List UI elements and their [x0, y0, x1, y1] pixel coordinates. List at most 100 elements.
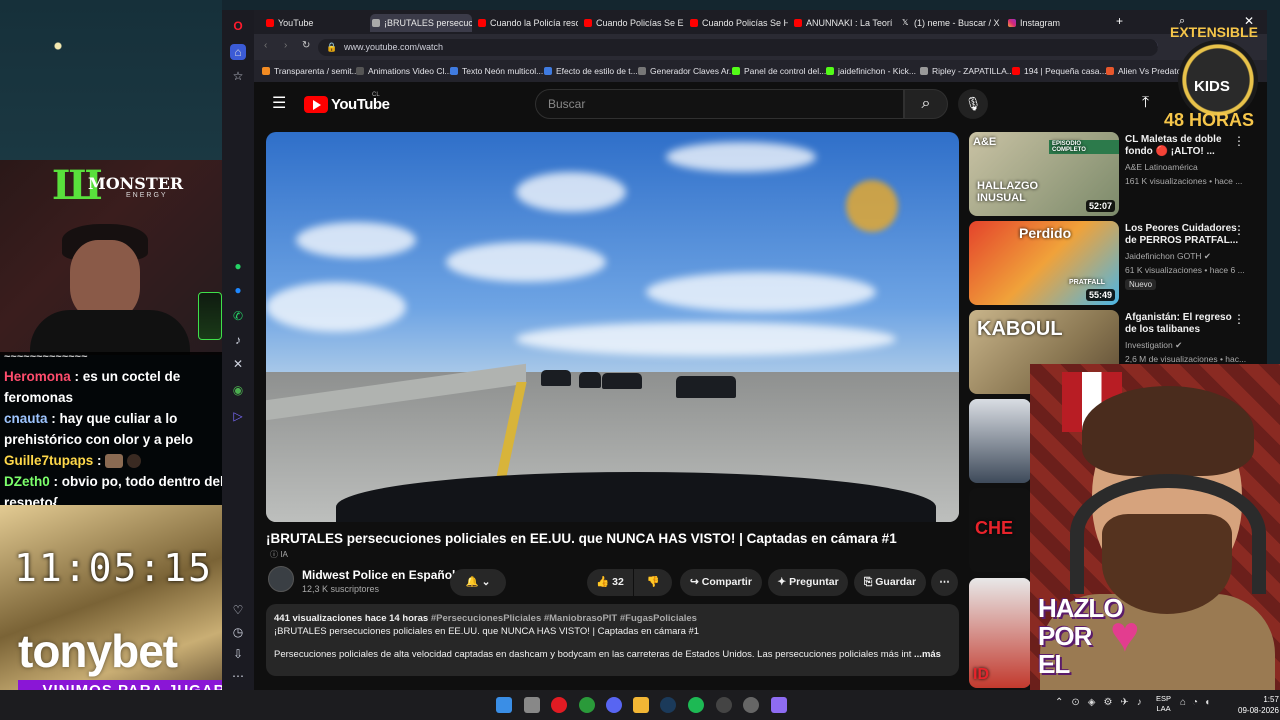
video-thumbnail[interactable] [969, 399, 1031, 483]
channel-avatar[interactable] [268, 566, 294, 592]
tray-icons[interactable]: ⌃⊙◈⚙✈♪ [1055, 697, 1150, 708]
hashtags[interactable]: #PersecucionesPliciales #ManiobrasoPIT #… [431, 613, 697, 624]
video-player[interactable] [266, 132, 959, 522]
home-icon[interactable]: ⌂ [230, 44, 246, 60]
tab-youtube[interactable]: YouTube [264, 14, 376, 32]
recommended-channel[interactable]: Jaidefinichon GOTH ✔ [1125, 251, 1211, 262]
bookmark-item[interactable]: Transparenta / semit... [262, 66, 359, 76]
star-icon[interactable]: ☆ [230, 68, 246, 84]
history-icon[interactable]: ◷ [230, 624, 246, 640]
tiktok-icon[interactable]: ♪ [230, 332, 246, 348]
views-and-date: 441 visualizaciones hace 14 horas [274, 613, 429, 624]
opera-logo-icon[interactable]: O [230, 18, 246, 34]
more-vertical-icon[interactable]: ⋮ [1233, 223, 1245, 237]
app-icon[interactable] [771, 697, 787, 713]
opera-taskbar-icon[interactable] [551, 697, 567, 713]
bookmark-item[interactable]: 194 | Pequeña casa... [1012, 66, 1107, 76]
recommended-video[interactable] [969, 399, 1031, 484]
windows-start-icon[interactable] [496, 697, 512, 713]
cloud [266, 282, 406, 332]
recommended-video[interactable]: CHE [969, 488, 1031, 573]
dislike-button[interactable]: 👎 [634, 569, 672, 596]
file-explorer-icon[interactable] [633, 697, 649, 713]
subscribe-bell-button[interactable]: 🔔 ⌄ [450, 569, 506, 596]
tab-brutales[interactable]: ¡BRUTALES persecucio [370, 14, 472, 32]
recommended-video[interactable]: Perdido PRATFALL 55:49 Los Peores Cuidad… [969, 221, 1259, 306]
more-horizontal-icon: ⋯ [939, 576, 950, 588]
youtube-favicon-icon [690, 19, 698, 27]
share-button[interactable]: ↪ Compartir [680, 569, 762, 596]
tab-policias-hartan[interactable]: Cuando Policías Se Hartan [688, 14, 788, 32]
video-thumbnail[interactable]: ID [969, 578, 1031, 688]
whatsapp-icon[interactable]: ● [230, 258, 246, 274]
bookmark-item[interactable]: Efecto de estilo de t... [544, 66, 638, 76]
bookmark-item[interactable]: jaidefinichon - Kick... [826, 66, 916, 76]
back-icon[interactable]: ‹ [264, 40, 267, 51]
steam-icon[interactable] [660, 697, 676, 713]
channel-name[interactable]: Midwest Police en Español [302, 568, 455, 582]
obs-icon[interactable] [716, 697, 732, 713]
tab-x-search[interactable]: 𝕏 (1) neme - Buscar / X [900, 14, 1000, 32]
xbox-icon[interactable] [579, 697, 595, 713]
thumbs-down-icon: 👎 [646, 576, 660, 588]
x-icon[interactable]: ✕ [230, 356, 246, 372]
tab-instagram[interactable]: Instagram [1006, 14, 1106, 32]
system-tray-icons[interactable]: ⌂◔◖ [1180, 697, 1216, 708]
input-language[interactable]: ESP LAA [1156, 694, 1171, 714]
settings-icon[interactable] [743, 697, 759, 713]
video-thumbnail[interactable]: Perdido PRATFALL 55:49 [969, 221, 1119, 305]
ask-button[interactable]: ✦ Preguntar [768, 569, 848, 596]
reload-icon[interactable]: ↻ [302, 40, 310, 51]
video-thumbnail[interactable]: A&E EPISODIO COMPLETO HALLAZGO INUSUAL 5… [969, 132, 1119, 216]
more-actions-button[interactable]: ⋯ [931, 569, 958, 596]
task-view-icon[interactable] [524, 697, 540, 713]
recommended-title[interactable]: Los Peores Cuidadores de PERROS PRATFAL.… [1125, 223, 1243, 247]
video-description[interactable]: 441 visualizaciones hace 14 horas #Perse… [266, 604, 959, 676]
new-tab-icon[interactable]: + [1116, 14, 1123, 28]
forward-icon[interactable]: › [284, 40, 287, 51]
more-vertical-icon[interactable]: ⋮ [1233, 134, 1245, 148]
tab-anunnaki[interactable]: ANUNNAKI : La Teoría de [792, 14, 892, 32]
music-icon[interactable]: ◉ [230, 382, 246, 398]
recommended-title[interactable]: Afganistán: El regreso de los talibanes [1125, 312, 1243, 336]
url-field[interactable]: 🔒 www.youtube.com/watch [318, 39, 1158, 56]
whatsapp-2-icon[interactable]: ✆ [230, 308, 246, 324]
video-title: ¡BRUTALES persecuciones policiales en EE… [266, 531, 897, 546]
recommended-views: 61 K visualizaciones • hace 6 ... [1125, 265, 1245, 275]
recommended-channel[interactable]: A&E Latinoamérica [1125, 162, 1198, 172]
download-icon[interactable]: ⇩ [230, 646, 246, 662]
bookmark-item[interactable]: Animations Video Cl... [356, 66, 451, 76]
more-icon[interactable]: ⋯ [230, 668, 246, 684]
spotify-icon[interactable] [688, 697, 704, 713]
upload-icon[interactable]: ⤒ [1142, 94, 1149, 112]
search-button[interactable]: ⌕ [904, 89, 948, 119]
video-thumbnail[interactable]: CHE [969, 488, 1031, 572]
recommended-video[interactable]: A&E EPISODIO COMPLETO HALLAZGO INUSUAL 5… [969, 132, 1259, 217]
voice-search-button[interactable]: 🎙 [958, 89, 988, 119]
tab-policias-enfrentan[interactable]: Cuando Policías Se Enfren [582, 14, 684, 32]
recommended-channel[interactable]: Investigation ✔ [1125, 340, 1182, 351]
bookmark-item[interactable]: Generador Claves Ar... [638, 66, 736, 76]
heart-icon[interactable]: ♡ [230, 602, 246, 618]
hamburger-menu-icon[interactable]: ☰ [272, 96, 288, 112]
bookmark-item[interactable]: Texto Neón multicol... [450, 66, 543, 76]
messenger-icon[interactable]: ● [230, 282, 246, 298]
more-vertical-icon[interactable]: ⋮ [1233, 312, 1245, 326]
bookmark-item[interactable]: Ripley - ZAPATILLA... [920, 66, 1014, 76]
recommended-video[interactable]: ID [969, 578, 1031, 688]
new-badge: Nuevo [1125, 279, 1157, 290]
show-more-link[interactable]: ...más [914, 649, 941, 660]
bookmark-item[interactable]: Panel de control del... [732, 66, 826, 76]
recommended-title[interactable]: CL Maletas de doble fondo 🔴 ¡ALTO! ... [1125, 134, 1243, 158]
monster-sub: ENERGY [126, 192, 168, 199]
system-clock[interactable]: 1:57 09-08-2026 [1238, 694, 1279, 716]
discord-icon[interactable] [606, 697, 622, 713]
player-icon[interactable]: ▷ [230, 408, 246, 424]
like-button[interactable]: 👍 32 [587, 569, 633, 596]
save-button[interactable]: ⎘ Guardar [854, 569, 926, 596]
thumb-text: ID [973, 666, 989, 683]
search-input[interactable]: Buscar [535, 89, 904, 119]
tab-policia-rescata[interactable]: Cuando la Policía rescata [476, 14, 578, 32]
chat-text: : [97, 453, 102, 468]
channel-label: Investigation [1125, 340, 1173, 350]
